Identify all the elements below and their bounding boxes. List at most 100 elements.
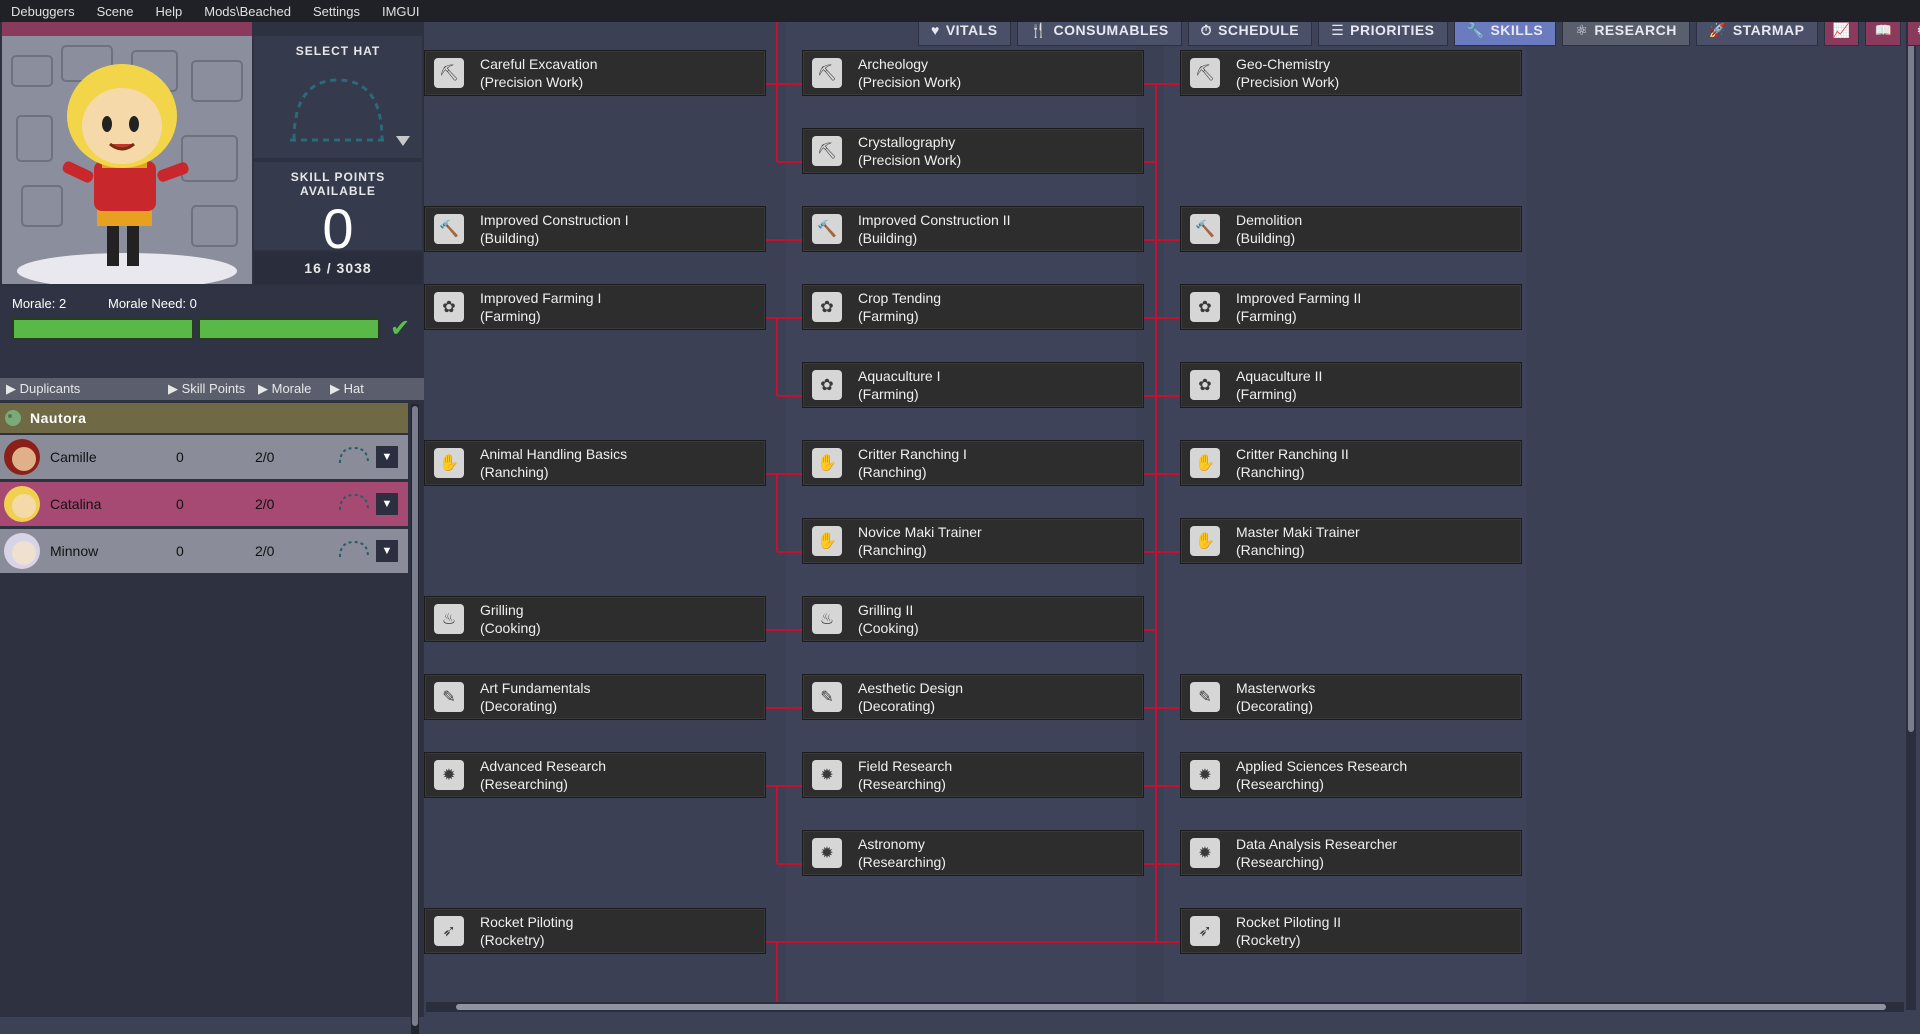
skill-tree-horizontal-scrollbar[interactable] <box>426 1002 1904 1012</box>
menu-scene[interactable]: Scene <box>86 4 145 19</box>
skill-tree: ⛏ Careful Excavation (Precision Work) ⛏ Arch… <box>424 22 1909 1007</box>
skill-art-fundamentals[interactable]: ✎ Art Fundamentals (Decorating) <box>424 674 766 720</box>
select-hat-label: SELECT HAT <box>295 44 381 58</box>
duplicant-skill-points: 0 <box>176 449 184 465</box>
skill-advanced-research[interactable]: ✹ Advanced Research (Researching) <box>424 752 766 798</box>
duplicant-list-scrollbar[interactable] <box>411 404 419 1034</box>
skill-animal-handling-basics[interactable]: ✋ Animal Handling Basics (Ranching) <box>424 440 766 486</box>
menu-debuggers[interactable]: Debuggers <box>0 4 86 19</box>
skill-improved-construction-1[interactable]: 🔨 Improved Construction I (Building) <box>424 206 766 252</box>
skill-category: (Researching) <box>480 776 568 792</box>
skill-name: Crop Tending <box>858 290 942 306</box>
skill-category: (Farming) <box>1236 386 1297 402</box>
skill-demolition[interactable]: 🔨 Demolition (Building) <box>1180 206 1522 252</box>
skill-icon: ✹ <box>812 838 842 868</box>
skill-category: (Ranching) <box>1236 542 1305 558</box>
skill-name: Grilling <box>480 602 524 618</box>
skill-aquaculture-2[interactable]: ✿ Aquaculture II (Farming) <box>1180 362 1522 408</box>
skill-name: Aquaculture II <box>1236 368 1323 384</box>
skill-name: Rocket Piloting <box>480 914 574 930</box>
skill-data-analysis-researcher[interactable]: ✹ Data Analysis Researcher (Researching) <box>1180 830 1522 876</box>
sort-hat[interactable]: ▶ Hat <box>330 381 364 397</box>
menu-imgui[interactable]: IMGUI <box>371 4 431 19</box>
skill-rocket-piloting-2[interactable]: ➶ Rocket Piloting II (Rocketry) <box>1180 908 1522 954</box>
skill-category: (Ranching) <box>858 464 927 480</box>
skill-category: (Building) <box>858 230 918 246</box>
skill-category: (Researching) <box>1236 776 1324 792</box>
duplicant-row[interactable]: Catalina 0 2/0 ▼ <box>0 482 408 526</box>
skill-improved-farming-2[interactable]: ✿ Improved Farming II (Farming) <box>1180 284 1522 330</box>
skill-geo-chemistry[interactable]: ⛏ Geo-Chemistry (Precision Work) <box>1180 50 1522 96</box>
hat-icon[interactable] <box>338 539 370 559</box>
skill-icon: ⛏ <box>812 58 842 88</box>
skill-category: (Ranching) <box>480 464 549 480</box>
menu-settings[interactable]: Settings <box>302 4 371 19</box>
skill-careful-excavation[interactable]: ⛏ Careful Excavation (Precision Work) <box>424 50 766 96</box>
skill-category: (Decorating) <box>858 698 936 714</box>
sort-morale[interactable]: ▶ Morale <box>258 381 311 397</box>
morale-bar <box>12 318 194 340</box>
hat-dropdown-button[interactable]: ▼ <box>376 540 398 562</box>
duplicant-row[interactable]: Minnow 0 2/0 ▼ <box>0 529 408 573</box>
skill-astronomy[interactable]: ✹ Astronomy (Researching) <box>802 830 1144 876</box>
skill-icon: ✎ <box>1190 682 1220 712</box>
duplicant-row[interactable]: Camille 0 2/0 ▼ <box>0 435 408 479</box>
skill-name: Animal Handling Basics <box>480 446 628 462</box>
scrollbar-thumb[interactable] <box>412 406 418 1026</box>
skill-grilling[interactable]: ♨ Grilling (Cooking) <box>424 596 766 642</box>
skill-field-research[interactable]: ✹ Field Research (Researching) <box>802 752 1144 798</box>
hat-dropdown-button[interactable]: ▼ <box>376 493 398 515</box>
avatar <box>4 533 40 569</box>
hat-icon[interactable] <box>338 445 370 465</box>
skill-name: Applied Sciences Research <box>1236 758 1408 774</box>
duplicant-morale: 2/0 <box>255 496 275 512</box>
skill-name: Geo-Chemistry <box>1236 56 1331 72</box>
skill-grilling-2[interactable]: ♨ Grilling II (Cooking) <box>802 596 1144 642</box>
skill-applied-sciences-research[interactable]: ✹ Applied Sciences Research (Researching) <box>1180 752 1522 798</box>
skill-aesthetic-design[interactable]: ✎ Aesthetic Design (Decorating) <box>802 674 1144 720</box>
scrollbar-thumb[interactable] <box>456 1004 1886 1010</box>
skill-icon: ✎ <box>812 682 842 712</box>
skill-category: (Cooking) <box>858 620 919 636</box>
skill-name: Novice Maki Trainer <box>858 524 982 540</box>
skill-name: Archeology <box>858 56 929 72</box>
skill-novice-maki-trainer[interactable]: ✋ Novice Maki Trainer (Ranching) <box>802 518 1144 564</box>
skill-category: (Farming) <box>858 386 919 402</box>
skill-crop-tending[interactable]: ✿ Crop Tending (Farming) <box>802 284 1144 330</box>
skill-icon: ✿ <box>1190 370 1220 400</box>
skill-crystallography[interactable]: ⛏ Crystallography (Precision Work) <box>802 128 1144 174</box>
skill-icon: ✿ <box>812 292 842 322</box>
duplicant-list-header: ▶ Duplicants ▶ Skill Points ▶ Morale ▶ H… <box>0 378 424 400</box>
menu-mods[interactable]: Mods\Beached <box>193 4 302 19</box>
skill-points-value: 0 <box>322 197 354 260</box>
menu-help[interactable]: Help <box>144 4 193 19</box>
group-name: Nautora <box>30 410 87 426</box>
skill-improved-construction-2[interactable]: 🔨 Improved Construction II (Building) <box>802 206 1144 252</box>
skill-category: (Precision Work) <box>1236 74 1340 90</box>
sort-duplicants[interactable]: ▶ Duplicants <box>6 381 80 397</box>
select-hat-panel[interactable]: SELECT HAT <box>254 36 422 158</box>
hat-icon[interactable] <box>338 492 370 512</box>
skill-tree-vertical-scrollbar[interactable] <box>1906 22 1916 1010</box>
skill-name: Aesthetic Design <box>858 680 964 696</box>
morale-need-label: Morale Need: 0 <box>108 296 197 311</box>
scrollbar-thumb[interactable] <box>1908 32 1914 732</box>
skill-category: (Decorating) <box>480 698 558 714</box>
skill-archeology[interactable]: ⛏ Archeology (Precision Work) <box>802 50 1144 96</box>
skill-name: Critter Ranching II <box>1236 446 1349 462</box>
skill-name: Improved Construction I <box>480 212 629 228</box>
checkmark-icon: ✔ <box>390 315 411 342</box>
skill-rocket-piloting[interactable]: ➶ Rocket Piloting (Rocketry) <box>424 908 766 954</box>
hat-dropdown-button[interactable]: ▼ <box>376 446 398 468</box>
skill-icon: 🔨 <box>434 214 464 244</box>
skill-critter-ranching-1[interactable]: ✋ Critter Ranching I (Ranching) <box>802 440 1144 486</box>
skill-critter-ranching-2[interactable]: ✋ Critter Ranching II (Ranching) <box>1180 440 1522 486</box>
skill-master-maki-trainer[interactable]: ✋ Master Maki Trainer (Ranching) <box>1180 518 1522 564</box>
skill-improved-farming-1[interactable]: ✿ Improved Farming I (Farming) <box>424 284 766 330</box>
skill-masterworks[interactable]: ✎ Masterworks (Decorating) <box>1180 674 1522 720</box>
sort-skill-points[interactable]: ▶ Skill Points <box>168 381 245 397</box>
duplicant-name: Minnow <box>50 543 99 559</box>
duplicant-group-header[interactable]: Nautora <box>0 403 408 433</box>
duplicant-portrait <box>2 36 252 284</box>
skill-aquaculture-1[interactable]: ✿ Aquaculture I (Farming) <box>802 362 1144 408</box>
